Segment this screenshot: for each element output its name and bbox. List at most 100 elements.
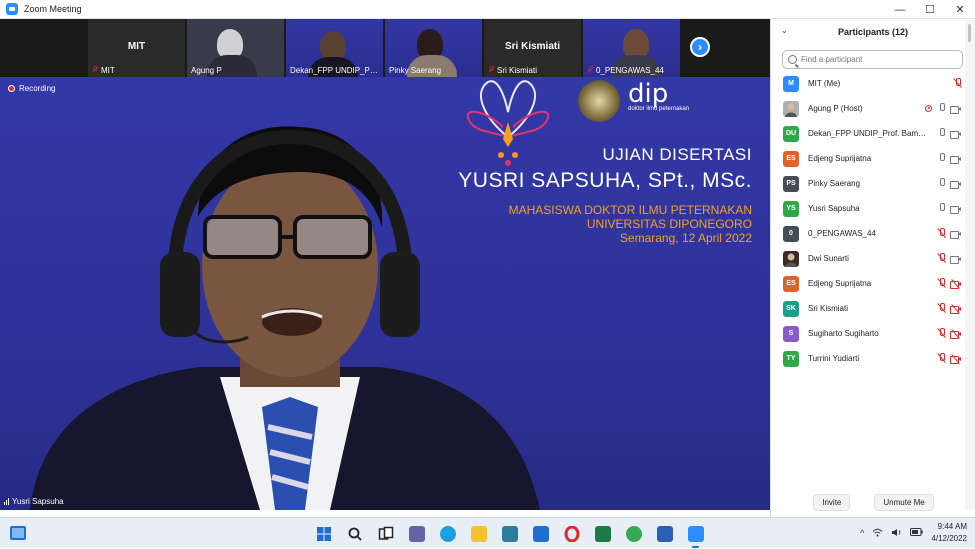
mail-icon-glyph <box>532 525 549 542</box>
participant-row[interactable]: Dwi Sunarti <box>771 246 975 271</box>
search-icon-glyph <box>347 526 363 542</box>
thumbnail-pengawas[interactable]: 0_PENGAWAS_44 <box>583 19 680 77</box>
undip-seal-logo <box>578 80 620 122</box>
speaker-name: Yusri Sapsuha <box>12 497 64 506</box>
volume-icon[interactable] <box>891 528 902 539</box>
clock-time: 9:44 AM <box>937 522 967 531</box>
window-titlebar: Zoom Meeting — ☐ ✕ <box>0 0 975 19</box>
wifi-icon[interactable] <box>872 528 883 539</box>
window-title: Zoom Meeting <box>24 4 82 14</box>
participant-avatar <box>783 250 799 267</box>
zoom-icon-glyph <box>687 525 704 542</box>
clock[interactable]: 9:44 AM 4/12/2022 <box>931 521 967 545</box>
video-icon <box>950 155 961 164</box>
muted-mic-icon <box>587 66 594 73</box>
windows-taskbar: ^ 9:44 AM 4/12/2022 <box>0 517 975 548</box>
participant-row[interactable]: S Sugiharto Sugiharto <box>771 321 975 346</box>
invite-button[interactable]: Invite <box>813 494 851 511</box>
thumbnail-label: Dekan_FPP UNDIP_Prof. ... <box>290 66 380 75</box>
thumbnail-mit[interactable]: MIT MIT <box>88 19 185 77</box>
active-speaker-video: dip doktor ilmu peternakan UJIAN DISERTA… <box>0 77 770 510</box>
dip-logo-subtitle: doktor ilmu peternakan <box>628 106 690 112</box>
store-icon-glyph <box>501 525 518 542</box>
video-icon <box>950 105 961 114</box>
mic-icon <box>938 153 945 163</box>
mic-icon <box>938 103 945 113</box>
thumbnail-label: Sri Kismiati <box>497 66 538 75</box>
video-off-icon <box>950 278 961 289</box>
collapse-chevron-icon[interactable]: ⌄ <box>781 26 788 35</box>
participant-search-box[interactable] <box>782 50 963 69</box>
participant-row[interactable]: SK Sri Kismiati <box>771 296 975 321</box>
participant-avatar: ES <box>783 150 799 167</box>
start-icon[interactable] <box>312 522 335 545</box>
file-explorer-icon[interactable] <box>467 522 490 545</box>
chat-icon[interactable] <box>405 522 428 545</box>
muted-mic-icon <box>938 278 945 288</box>
video-icon <box>950 130 961 139</box>
thumbnail-pinky[interactable]: Pinky Saerang <box>385 19 482 77</box>
participant-name: 0_PENGAWAS_44 <box>808 229 876 238</box>
panel-scrollbar[interactable] <box>965 20 975 510</box>
store-icon[interactable] <box>498 522 521 545</box>
participant-row[interactable]: DU Dekan_FPP UNDIP_Prof. Bambang... <box>771 121 975 146</box>
thumbnail-agung[interactable]: Agung P <box>187 19 284 77</box>
participant-row[interactable]: ES Edjeng Suprijatna <box>771 146 975 171</box>
minimize-button[interactable]: — <box>885 0 915 19</box>
video-icon <box>950 180 961 189</box>
system-tray: ^ 9:44 AM 4/12/2022 <box>860 521 967 545</box>
mic-icon <box>938 203 945 213</box>
thumbnail-label: Agung P <box>191 66 222 75</box>
participant-avatar: DU <box>783 125 799 142</box>
participant-search-input[interactable] <box>801 55 951 64</box>
participant-avatar: SK <box>783 300 799 317</box>
zoom-icon[interactable] <box>684 522 707 548</box>
participant-name: Sugiharto Sugiharto <box>808 329 879 338</box>
participant-list: M MIT (Me) Agung P (Host) DU Dekan_FPP UNDIP… <box>771 71 975 371</box>
mic-icon <box>938 128 945 138</box>
unmute-me-button[interactable]: Unmute Me <box>874 494 934 511</box>
tray-overflow-icon[interactable]: ^ <box>860 528 864 538</box>
recording-indicator: Recording <box>8 84 55 93</box>
battery-icon[interactable] <box>910 528 924 538</box>
video-icon <box>950 255 961 264</box>
thumbnail-label: 0_PENGAWAS_44 <box>596 66 664 75</box>
word-icon[interactable] <box>653 522 676 545</box>
speaker-name-tag: Yusri Sapsuha <box>4 497 64 506</box>
participant-row[interactable]: Agung P (Host) <box>771 96 975 121</box>
next-page-button[interactable]: › <box>690 37 710 57</box>
thumbnail-sri-kismiati[interactable]: Sri Kismiati Sri Kismiati <box>484 19 581 77</box>
participant-row[interactable]: ES Edjeng Suprijatna <box>771 271 975 296</box>
edge-icon-glyph <box>439 525 456 542</box>
excel-icon[interactable] <box>591 522 614 545</box>
thumbnail-label: MIT <box>101 66 115 75</box>
task-view-icon[interactable] <box>374 522 397 545</box>
participant-name: MIT (Me) <box>808 79 841 88</box>
edge-icon[interactable] <box>436 522 459 545</box>
widgets-icon[interactable] <box>10 526 26 540</box>
maximize-button[interactable]: ☐ <box>915 0 945 19</box>
participant-row[interactable]: TY Turrini Yudiarti <box>771 346 975 371</box>
participant-avatar: 0 <box>783 225 799 242</box>
recording-icon <box>925 104 932 112</box>
participant-row[interactable]: PS Pinky Saerang <box>771 171 975 196</box>
participant-avatar: M <box>783 75 799 92</box>
participant-name: Pinky Saerang <box>808 179 861 188</box>
close-button[interactable]: ✕ <box>945 0 975 19</box>
muted-mic-icon <box>938 228 945 238</box>
participant-name: Turrini Yudiarti <box>808 354 860 363</box>
search-icon[interactable] <box>343 522 366 545</box>
participant-row[interactable]: 0 0_PENGAWAS_44 <box>771 221 975 246</box>
chrome-icon[interactable] <box>622 522 645 545</box>
mail-icon[interactable] <box>529 522 552 545</box>
video-off-icon <box>950 353 961 364</box>
participant-name: Dwi Sunarti <box>808 254 849 263</box>
participant-row[interactable]: M MIT (Me) <box>771 71 975 96</box>
participant-name: Agung P (Host) <box>808 104 863 113</box>
thumbnail-big-name: MIT <box>127 41 146 52</box>
thumbnail-label: Pinky Saerang <box>389 66 442 75</box>
thumbnail-dekan[interactable]: Dekan_FPP UNDIP_Prof. ... <box>286 19 383 77</box>
participant-avatar <box>783 100 799 117</box>
participant-row[interactable]: YS Yusri Sapsuha <box>771 196 975 221</box>
opera-icon[interactable] <box>560 522 583 545</box>
